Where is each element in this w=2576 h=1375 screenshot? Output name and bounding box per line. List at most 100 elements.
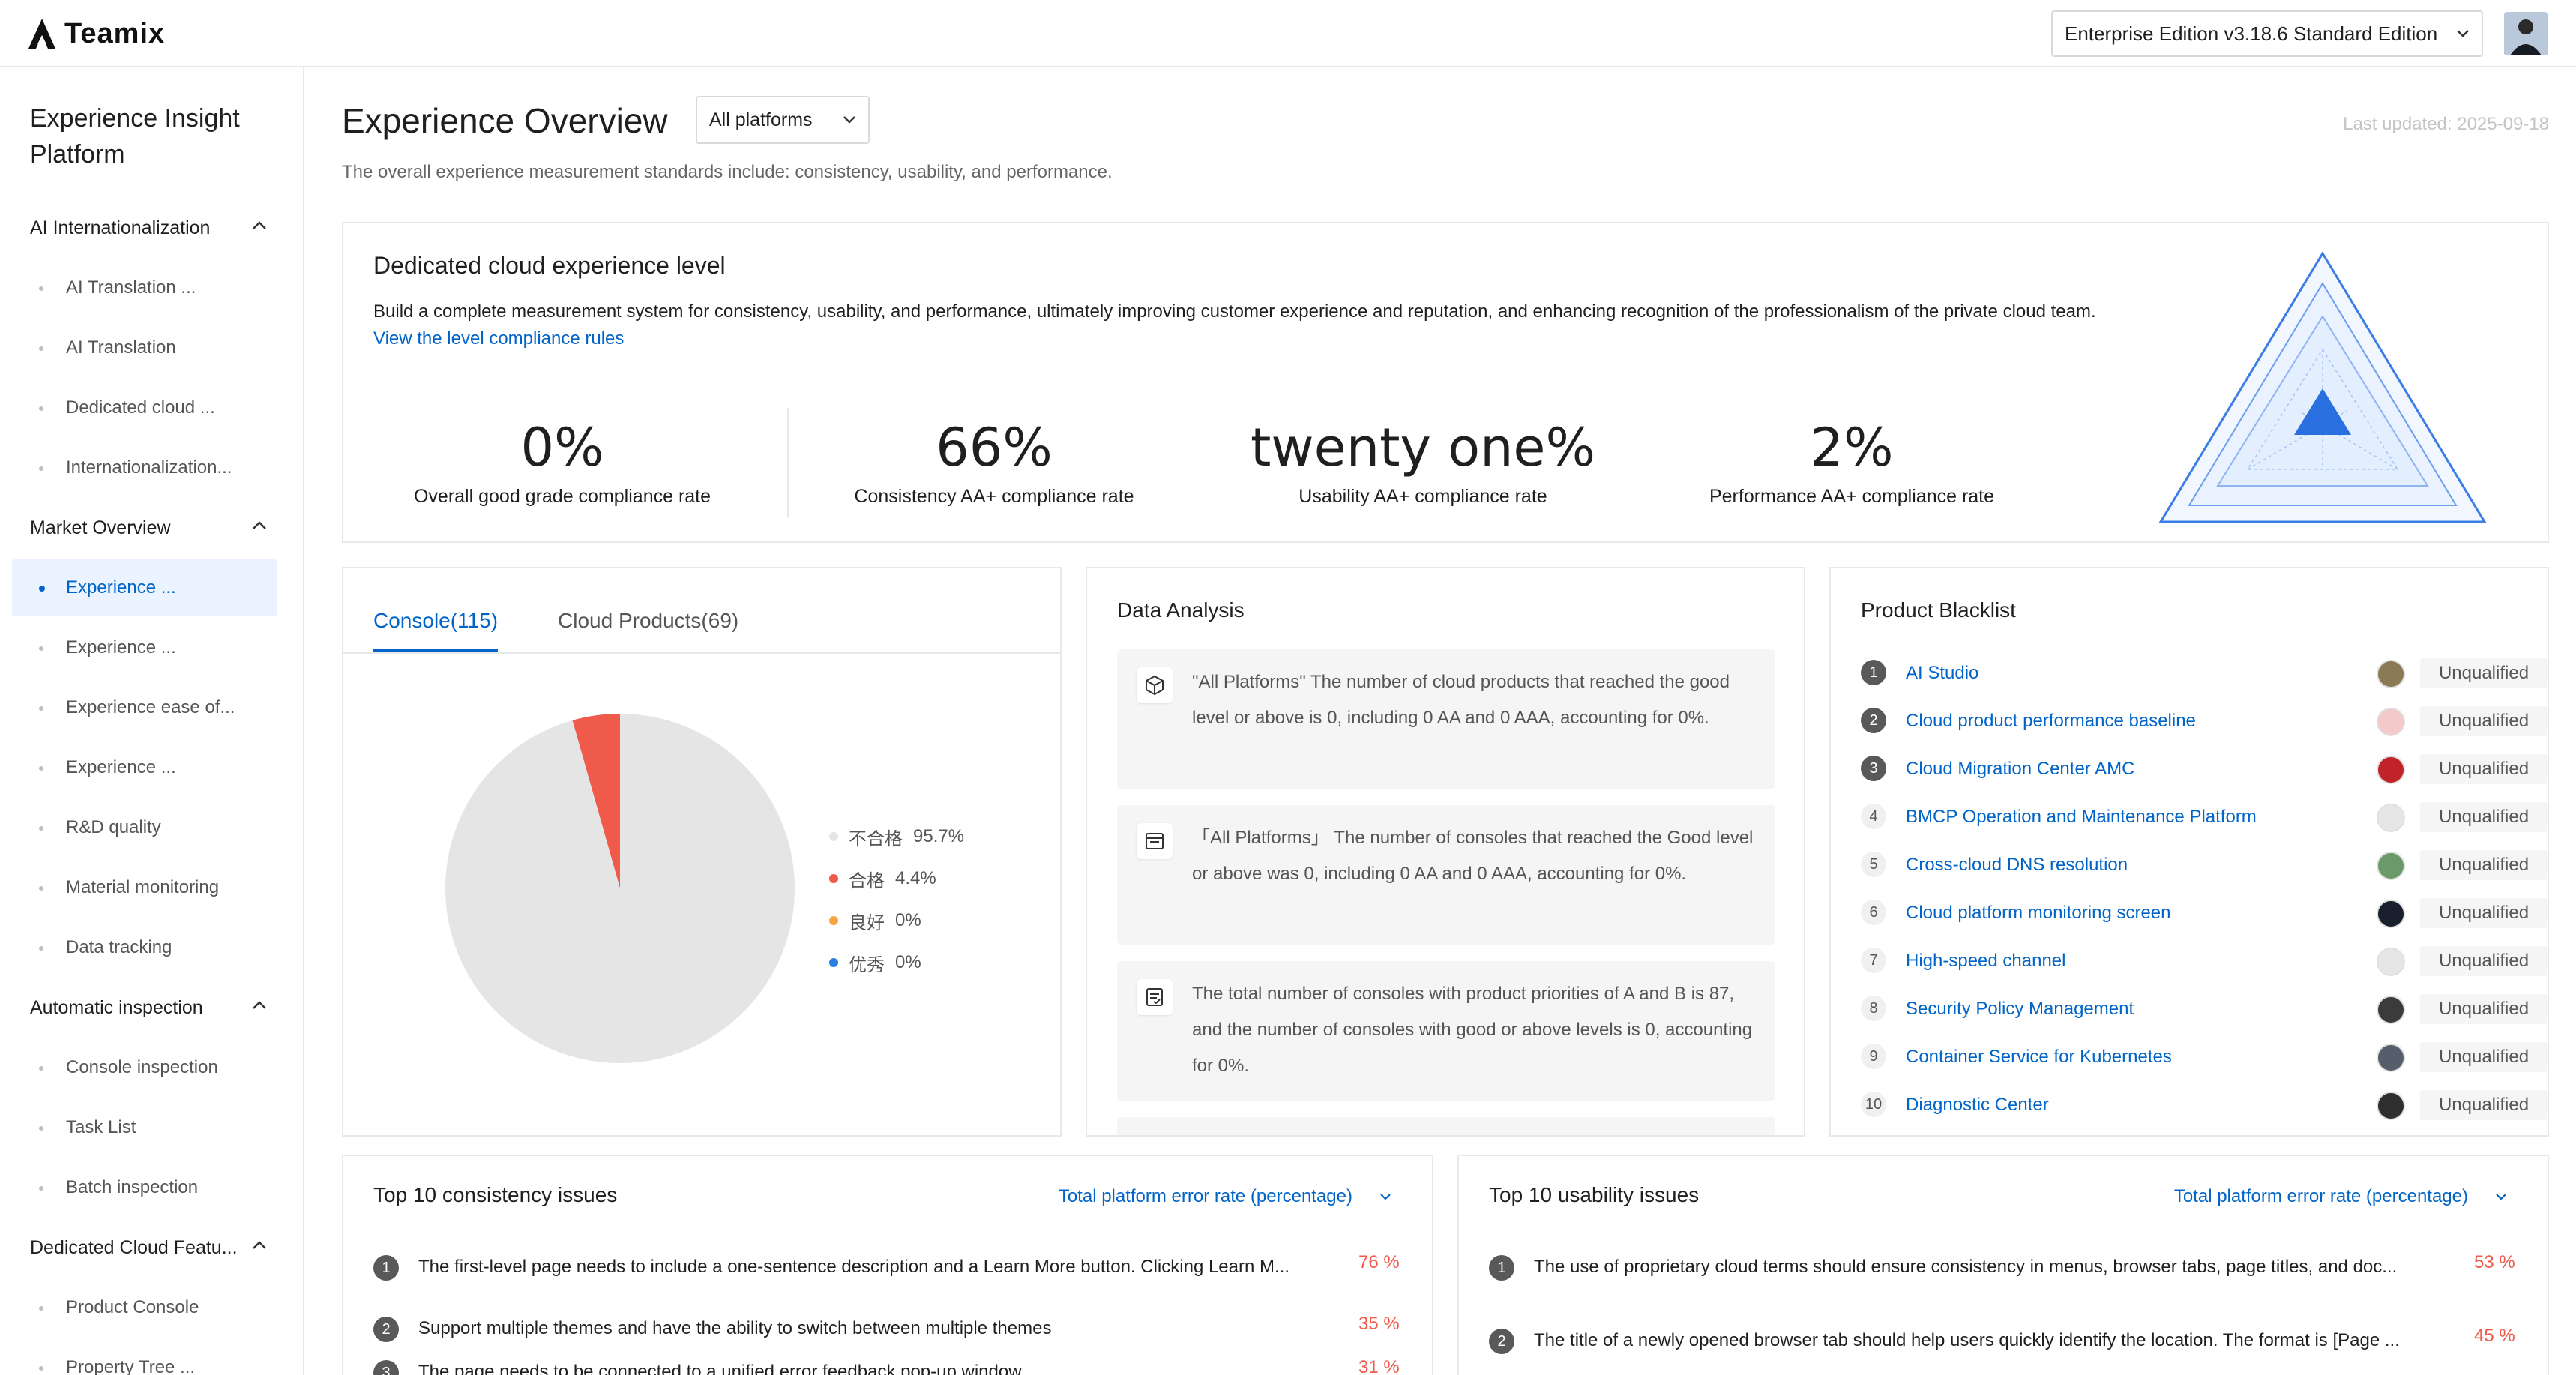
bullet-icon <box>39 1366 43 1371</box>
blacklist-row[interactable]: 5 Cross-cloud DNS resolution Unqualified <box>1861 841 2548 889</box>
sidebar-item-label: R&D quality <box>66 817 161 837</box>
sidebar-item-experience-2[interactable]: Experience ... <box>12 619 277 676</box>
blacklist-row[interactable]: 10 Diagnostic Center Unqualified <box>1861 1081 2548 1129</box>
legend-item: 不合格 95.7% <box>829 816 964 858</box>
sidebar-group-dedicated-cloud-features[interactable]: Dedicated Cloud Featu... <box>0 1225 304 1270</box>
product-link[interactable]: AI Studio <box>1906 663 1978 684</box>
sidebar-item-internationalization[interactable]: Internationalization... <box>12 439 277 496</box>
platform-select-value: All platforms <box>709 109 813 130</box>
tab-console[interactable]: Console(115) <box>373 609 499 652</box>
platform-select[interactable]: All platforms <box>696 96 870 144</box>
usability-error-rate-select[interactable]: Total platform error rate (percentage) <box>2174 1186 2507 1207</box>
metric-performance: 2% Performance AA+ compliance rate <box>1642 414 2062 508</box>
status-badge: Unqualified <box>2420 658 2548 688</box>
status-badge: Unqualified <box>2420 706 2548 736</box>
compliance-rules-link[interactable]: View the level compliance rules <box>373 328 624 349</box>
sidebar-item-property-tree[interactable]: Property Tree ... <box>12 1339 277 1375</box>
legend-swatch <box>829 958 838 967</box>
legend-swatch <box>829 874 838 883</box>
metric-value: twenty one% <box>1250 417 1596 478</box>
tab-cloud-products[interactable]: Cloud Products(69) <box>558 609 738 652</box>
sidebar-item-experience-ease[interactable]: Experience ease of... <box>12 679 277 736</box>
blacklist-row[interactable]: 2 Cloud product performance baseline Unqua… <box>1861 697 2548 745</box>
blacklist-row[interactable]: 6 Cloud platform monitoring screen Unquali… <box>1861 889 2548 937</box>
tab-bar: Console(115) Cloud Products(69) <box>343 568 1060 654</box>
issue-percent: 35 % <box>1358 1314 1400 1334</box>
pie-slice[interactable] <box>445 714 795 1063</box>
sidebar-item-console-inspection[interactable]: Console inspection <box>12 1039 277 1096</box>
sidebar-group-automatic-inspection[interactable]: Automatic inspection <box>0 985 304 1030</box>
sidebar-item-ai-translation-1[interactable]: AI Translation ... <box>12 259 277 316</box>
product-link[interactable]: Container Service for Kubernetes <box>1906 1047 2172 1068</box>
bullet-icon <box>39 1066 43 1071</box>
data-analysis-card: Data Analysis "All Platforms" The number… <box>1086 567 1805 1137</box>
product-link[interactable]: Cross-cloud DNS resolution <box>1906 855 2128 876</box>
sidebar-item-data-tracking[interactable]: Data tracking <box>12 919 277 976</box>
metric-label: Performance AA+ compliance rate <box>1709 486 1995 507</box>
blacklist-row[interactable]: 9 Container Service for Kubernetes Unquali… <box>1861 1033 2548 1081</box>
chevron-up-icon <box>253 1001 266 1009</box>
sidebar-item-dedicated-cloud[interactable]: Dedicated cloud ... <box>12 379 277 436</box>
data-analysis-title: Data Analysis <box>1117 598 1245 622</box>
issue-percent: 31 % <box>1358 1357 1400 1375</box>
chevron-down-icon <box>2496 1194 2506 1200</box>
product-link[interactable]: Security Policy Management <box>1906 999 2134 1020</box>
logo[interactable]: Teamix <box>27 13 165 54</box>
legend-label: 良好 <box>849 912 885 933</box>
window-icon <box>1137 823 1173 859</box>
consistency-issues-card: Top 10 consistency issues Total platform… <box>342 1155 1433 1375</box>
person-icon <box>2504 12 2548 55</box>
bullet-icon <box>39 886 43 891</box>
product-link[interactable]: Cloud platform monitoring screen <box>1906 903 2171 924</box>
level-pyramid-diagram <box>2158 251 2487 523</box>
product-link[interactable]: Cloud Migration Center AMC <box>1906 759 2134 780</box>
bullet-icon <box>39 766 43 771</box>
status-badge: Unqualified <box>2420 1090 2548 1120</box>
edition-label: Enterprise Edition v3.18.6 Standard Edit… <box>2065 22 2438 45</box>
issue-text: The use of proprietary cloud terms shoul… <box>1534 1257 2398 1277</box>
sidebar-item-label: Material monitoring <box>66 877 220 897</box>
analysis-item: The total number of consoles with produc… <box>1117 961 1775 1101</box>
consistency-error-rate-select[interactable]: Total platform error rate (percentage) <box>1059 1186 1391 1207</box>
blacklist-row[interactable]: 3 Cloud Migration Center AMC Unqualified <box>1861 745 2548 793</box>
sidebar-group-market-overview[interactable]: Market Overview <box>0 505 304 550</box>
bullet-icon <box>39 286 43 291</box>
product-link[interactable]: Cloud product performance baseline <box>1906 711 2196 732</box>
issue-rank: 2 <box>373 1317 399 1342</box>
product-link[interactable]: High-speed channel <box>1906 951 2065 972</box>
blacklist-row[interactable]: 4 BMCP Operation and Maintenance Platform… <box>1861 793 2548 841</box>
page-subtitle: The overall experience measurement stand… <box>342 162 1113 182</box>
rank-badge: 5 <box>1861 852 1886 877</box>
blacklist-row[interactable]: 1 AI Studio Unqualified <box>1861 649 2548 697</box>
top-bar: Teamix Enterprise Edition v3.18.6 Standa… <box>0 0 2576 67</box>
select-value: Total platform error rate (percentage) <box>2173 1186 2468 1206</box>
sidebar-item-batch-inspection[interactable]: Batch inspection <box>12 1159 277 1216</box>
sidebar-item-ai-translation-2[interactable]: AI Translation <box>12 319 277 376</box>
rank-badge: 8 <box>1861 996 1886 1021</box>
legend-value: 95.7% <box>913 826 965 846</box>
analysis-item-partial <box>1117 1117 1775 1135</box>
sidebar-item-rd-quality[interactable]: R&D quality <box>12 799 277 856</box>
edition-select[interactable]: Enterprise Edition v3.18.6 Standard Edit… <box>2051 10 2483 57</box>
sidebar-item-label: Task List <box>66 1117 136 1137</box>
sidebar-item-experience-overview[interactable]: Experience ... <box>12 559 277 616</box>
product-link[interactable]: Diagnostic Center <box>1906 1095 2049 1116</box>
logo-icon <box>28 19 55 49</box>
sidebar-item-experience-4[interactable]: Experience ... <box>12 739 277 796</box>
rank-badge: 1 <box>1861 660 1886 685</box>
sidebar-group-ai-internationalization[interactable]: AI Internationalization <box>0 205 304 250</box>
sidebar-item-material-monitoring[interactable]: Material monitoring <box>12 859 277 916</box>
blacklist-row[interactable]: 8 Security Policy Management Unqualified <box>1861 985 2548 1033</box>
status-badge: Unqualified <box>2420 754 2548 784</box>
analysis-text: The total number of consoles with produc… <box>1192 984 1753 1076</box>
sidebar-item-task-list[interactable]: Task List <box>12 1099 277 1156</box>
user-avatar[interactable] <box>2504 12 2548 55</box>
product-blacklist-card: Product Blacklist 1 AI Studio Unqualified 2… <box>1829 567 2549 1137</box>
legend-item: 优秀 0% <box>829 942 964 984</box>
owner-avatar <box>2377 1092 2405 1120</box>
compliance-pie-chart <box>445 714 795 1063</box>
sidebar-item-product-console[interactable]: Product Console <box>12 1279 277 1336</box>
bullet-icon <box>39 466 43 471</box>
product-link[interactable]: BMCP Operation and Maintenance Platform <box>1906 807 2257 828</box>
blacklist-row[interactable]: 7 High-speed channel Unqualified <box>1861 937 2548 985</box>
